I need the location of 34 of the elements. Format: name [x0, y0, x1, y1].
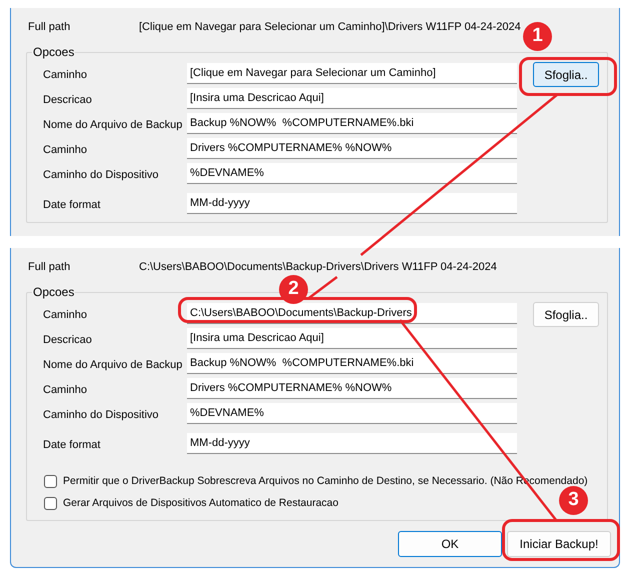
- checkbox[interactable]: [44, 497, 57, 510]
- text-field[interactable]: MM-dd-yyyy: [187, 433, 517, 454]
- browse-button[interactable]: Sfoglia..: [533, 62, 599, 87]
- checkbox[interactable]: [44, 475, 57, 488]
- field-label: Caminho: [43, 384, 88, 396]
- full-path-value: C:\Users\BABOO\Documents\Backup-Drivers\Drivers W11FP 04-24-2024: [139, 260, 497, 275]
- text-field[interactable]: [Insira uma Descricao Aqui]: [187, 328, 517, 349]
- text-field[interactable]: Backup %NOW% %COMPUTERNAME%.bki: [187, 113, 517, 134]
- text-field[interactable]: MM-dd-yyyy: [187, 193, 517, 214]
- field-label: Descricao: [43, 334, 92, 346]
- field-label: Caminho do Dispositivo: [43, 168, 159, 180]
- full-path-label: Full path: [28, 260, 72, 275]
- text-field[interactable]: [Insira uma Descricao Aqui]: [187, 88, 517, 109]
- field-label: Date format: [43, 438, 100, 450]
- text-field[interactable]: Drivers %COMPUTERNAME% %NOW%: [187, 138, 517, 159]
- full-path-value: [Clique em Navegar para Selecionar um Caminho]\Drivers W11FP 04-24-2024: [139, 20, 521, 35]
- field-label: Date format: [43, 198, 100, 210]
- dialog-button[interactable]: OK: [398, 530, 502, 556]
- field-label: Descricao: [43, 94, 92, 106]
- checkbox-label: Gerar Arquivos de Dispositivos Automatico de Restauracao: [63, 496, 338, 511]
- field-label: Caminho: [43, 144, 88, 156]
- dialog-button[interactable]: Iniciar Backup!: [507, 530, 611, 556]
- browse-button[interactable]: Sfoglia..: [533, 302, 599, 327]
- field-label: Nome do Arquivo de Backup: [43, 358, 182, 370]
- full-path-label: Full path: [28, 20, 72, 35]
- field-label: Caminho: [43, 308, 88, 320]
- text-field[interactable]: [Clique em Navegar para Selecionar um Caminho]: [187, 63, 517, 84]
- field-label: Nome do Arquivo de Backup: [43, 118, 182, 130]
- text-field[interactable]: %DEVNAME%: [187, 403, 517, 424]
- text-field[interactable]: Backup %NOW% %COMPUTERNAME%.bki: [187, 353, 517, 374]
- text-field[interactable]: %DEVNAME%: [187, 163, 517, 184]
- field-label: Caminho do Dispositivo: [43, 408, 159, 420]
- field-label: Caminho: [43, 68, 88, 80]
- text-field[interactable]: Drivers %COMPUTERNAME% %NOW%: [187, 378, 517, 399]
